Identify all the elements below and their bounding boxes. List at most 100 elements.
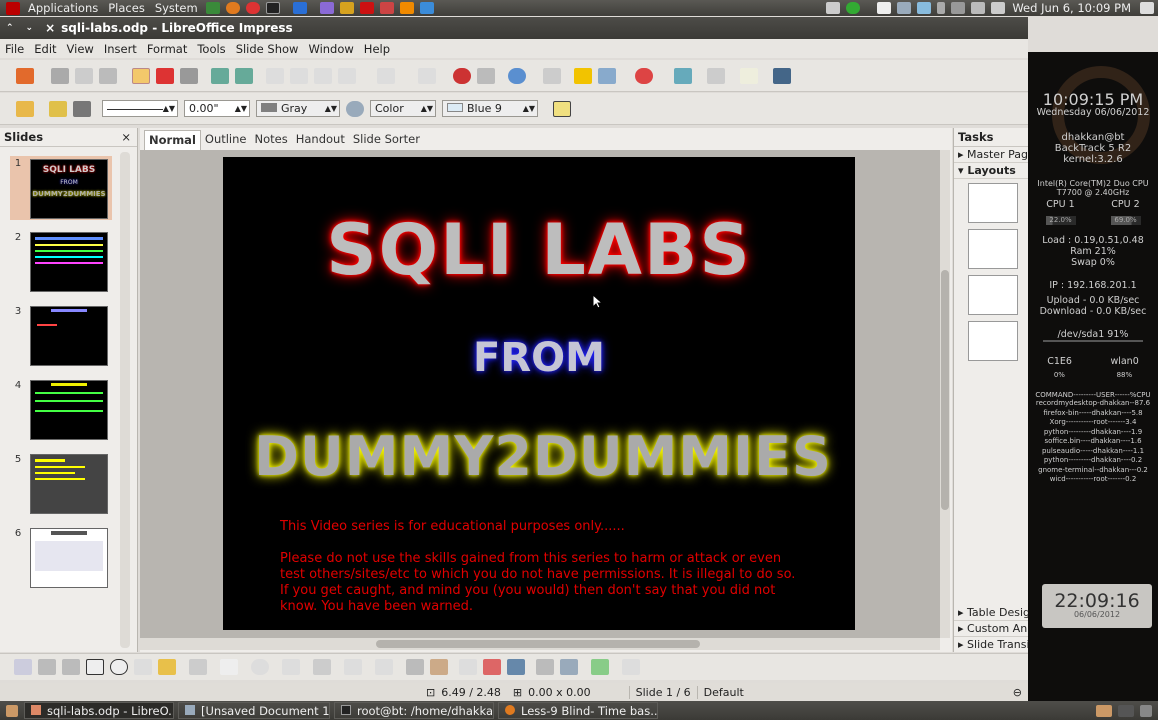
task-table-design[interactable]: ▸ Table Design xyxy=(954,605,1028,621)
save-icon[interactable] xyxy=(75,67,93,84)
slide-from-text[interactable]: FROM xyxy=(223,335,855,381)
new-icon[interactable] xyxy=(16,67,34,84)
chrome-launcher-icon[interactable] xyxy=(245,2,260,14)
gallery-tool-icon[interactable] xyxy=(507,659,525,675)
area-color-select[interactable]: Blue 9 ▲▼ xyxy=(442,100,538,117)
select-arrow-icon[interactable] xyxy=(14,659,32,675)
area-icon[interactable] xyxy=(346,100,364,117)
menu-view[interactable]: View xyxy=(62,42,99,56)
terminal-launcher-icon[interactable] xyxy=(265,2,280,14)
slide-icon[interactable] xyxy=(707,67,725,84)
symbol-shapes-icon[interactable] xyxy=(251,659,269,675)
slide-thumbnail-2[interactable]: 2 xyxy=(10,230,114,296)
vlc-launcher-icon[interactable] xyxy=(399,2,414,14)
helplines-icon[interactable] xyxy=(574,67,592,84)
disclaimer-paragraph[interactable]: Please do not use the skills gained from… xyxy=(280,551,800,615)
arrow-style-icon[interactable] xyxy=(73,100,91,117)
workspace-1-icon[interactable] xyxy=(1096,704,1112,717)
line-icon[interactable] xyxy=(49,100,67,117)
editor-vertical-scrollbar[interactable] xyxy=(940,150,950,638)
slide[interactable]: SQLI LABS FROM DUMMY2DUMMIES This Video … xyxy=(223,157,855,630)
taskbar-item-terminal[interactable]: root@bt: /home/dhakkan xyxy=(334,702,494,719)
callouts-icon[interactable] xyxy=(344,659,362,675)
volume-icon[interactable] xyxy=(971,2,986,14)
ghost-launcher-icon[interactable] xyxy=(319,2,334,14)
shadow-icon[interactable] xyxy=(553,100,571,117)
navigator-icon[interactable] xyxy=(508,67,526,84)
backtrack-logo-icon[interactable] xyxy=(6,1,20,15)
stars-icon[interactable] xyxy=(375,659,393,675)
slides-pane-close-icon[interactable]: × xyxy=(121,128,131,147)
crack-launcher-icon[interactable] xyxy=(339,2,354,14)
pdf-launcher-icon[interactable] xyxy=(359,2,374,14)
zoom-out-icon[interactable]: ⊖ xyxy=(1007,686,1028,699)
network-icon[interactable] xyxy=(846,2,861,14)
paste-icon[interactable] xyxy=(314,67,332,84)
window-menu-icon[interactable]: ⌃ xyxy=(0,23,20,33)
open-icon[interactable] xyxy=(51,67,69,84)
undo-icon[interactable] xyxy=(377,67,395,84)
layout-blank[interactable] xyxy=(968,183,1018,223)
show-desktop-icon[interactable] xyxy=(6,704,18,717)
arrow-line-icon[interactable] xyxy=(62,659,80,675)
tool-launcher-icon[interactable] xyxy=(379,2,394,14)
autospell-icon[interactable] xyxy=(235,67,253,84)
menu-format[interactable]: Format xyxy=(142,42,193,56)
editor-horizontal-scrollbar[interactable] xyxy=(140,638,940,650)
tab-normal[interactable]: Normal xyxy=(144,130,201,150)
menu-tools[interactable]: Tools xyxy=(192,42,230,56)
window-icon[interactable] xyxy=(877,2,892,14)
slide-thumbnail-3[interactable]: 3 xyxy=(10,304,114,370)
zoom-icon[interactable] xyxy=(598,67,616,84)
from-file-icon[interactable] xyxy=(483,659,501,675)
grid-icon[interactable] xyxy=(543,67,561,84)
rectangle-icon[interactable] xyxy=(86,659,104,675)
layout-title-content[interactable] xyxy=(968,229,1018,269)
connector-icon[interactable] xyxy=(189,659,207,675)
area-style-select[interactable]: Color ▲▼ xyxy=(370,100,436,117)
task-slide-transition[interactable]: ▸ Slide Transition xyxy=(954,637,1028,652)
menu-edit[interactable]: Edit xyxy=(29,42,61,56)
copy-icon[interactable] xyxy=(290,67,308,84)
taskbar-item-writer[interactable]: [Unsaved Document 1... xyxy=(178,702,330,719)
taskbar-item-firefox[interactable]: Less-9 Blind- Time bas... xyxy=(498,702,658,719)
help-icon[interactable] xyxy=(635,67,653,84)
task-layouts[interactable]: ▾ Layouts xyxy=(954,163,1028,179)
slide-thumbnail-5[interactable]: 5 xyxy=(10,452,114,518)
gallery-icon[interactable] xyxy=(674,67,692,84)
mail-icon[interactable] xyxy=(991,2,1006,14)
updates-icon[interactable] xyxy=(951,2,966,14)
edit-icon[interactable] xyxy=(897,2,912,14)
menu-insert[interactable]: Insert xyxy=(99,42,142,56)
app-launcher-icon[interactable] xyxy=(292,2,307,14)
styles-icon[interactable] xyxy=(16,100,34,117)
fontwork-icon[interactable] xyxy=(459,659,477,675)
menu-file[interactable]: File xyxy=(0,42,29,56)
cut-icon[interactable] xyxy=(266,67,284,84)
clone-icon[interactable] xyxy=(338,67,356,84)
firefox-launcher-icon[interactable] xyxy=(225,2,240,14)
chart-icon[interactable] xyxy=(453,67,471,84)
line-color-select[interactable]: Gray ▲▼ xyxy=(256,100,340,117)
dropbox-launcher-icon[interactable] xyxy=(419,2,434,14)
edit-file-icon[interactable] xyxy=(132,67,150,84)
task-master-pages[interactable]: ▸ Master Pages xyxy=(954,147,1028,163)
menu-window[interactable]: Window xyxy=(303,42,358,56)
alignment-icon[interactable] xyxy=(560,659,578,675)
slide-canvas[interactable]: SQLI LABS FROM DUMMY2DUMMIES This Video … xyxy=(140,150,940,638)
system-menu[interactable]: System xyxy=(150,1,203,15)
slide-thumbnail-1[interactable]: 1 SQLI LABS FROM DUMMY2DUMMIES xyxy=(10,156,112,220)
toggle-extrusion-icon[interactable] xyxy=(622,659,640,675)
menu-help[interactable]: Help xyxy=(359,42,395,56)
tab-notes[interactable]: Notes xyxy=(251,130,292,150)
applications-menu[interactable]: Applications xyxy=(23,1,103,15)
redo-icon[interactable] xyxy=(418,67,436,84)
rotate-icon[interactable] xyxy=(536,659,554,675)
gvim-launcher-icon[interactable] xyxy=(205,2,220,14)
window-titlebar[interactable]: ⌃ ⌄ × sqli-labs.odp - LibreOffice Impres… xyxy=(0,17,1028,39)
task-custom-animation[interactable]: ▸ Custom Animation xyxy=(954,621,1028,637)
text-icon[interactable] xyxy=(134,659,152,675)
workspace-2-icon[interactable] xyxy=(1118,704,1134,717)
taskbar-item-impress[interactable]: sqli-labs.odp - LibreO... xyxy=(24,702,174,719)
window-shade-icon[interactable]: ⌄ xyxy=(20,23,40,33)
